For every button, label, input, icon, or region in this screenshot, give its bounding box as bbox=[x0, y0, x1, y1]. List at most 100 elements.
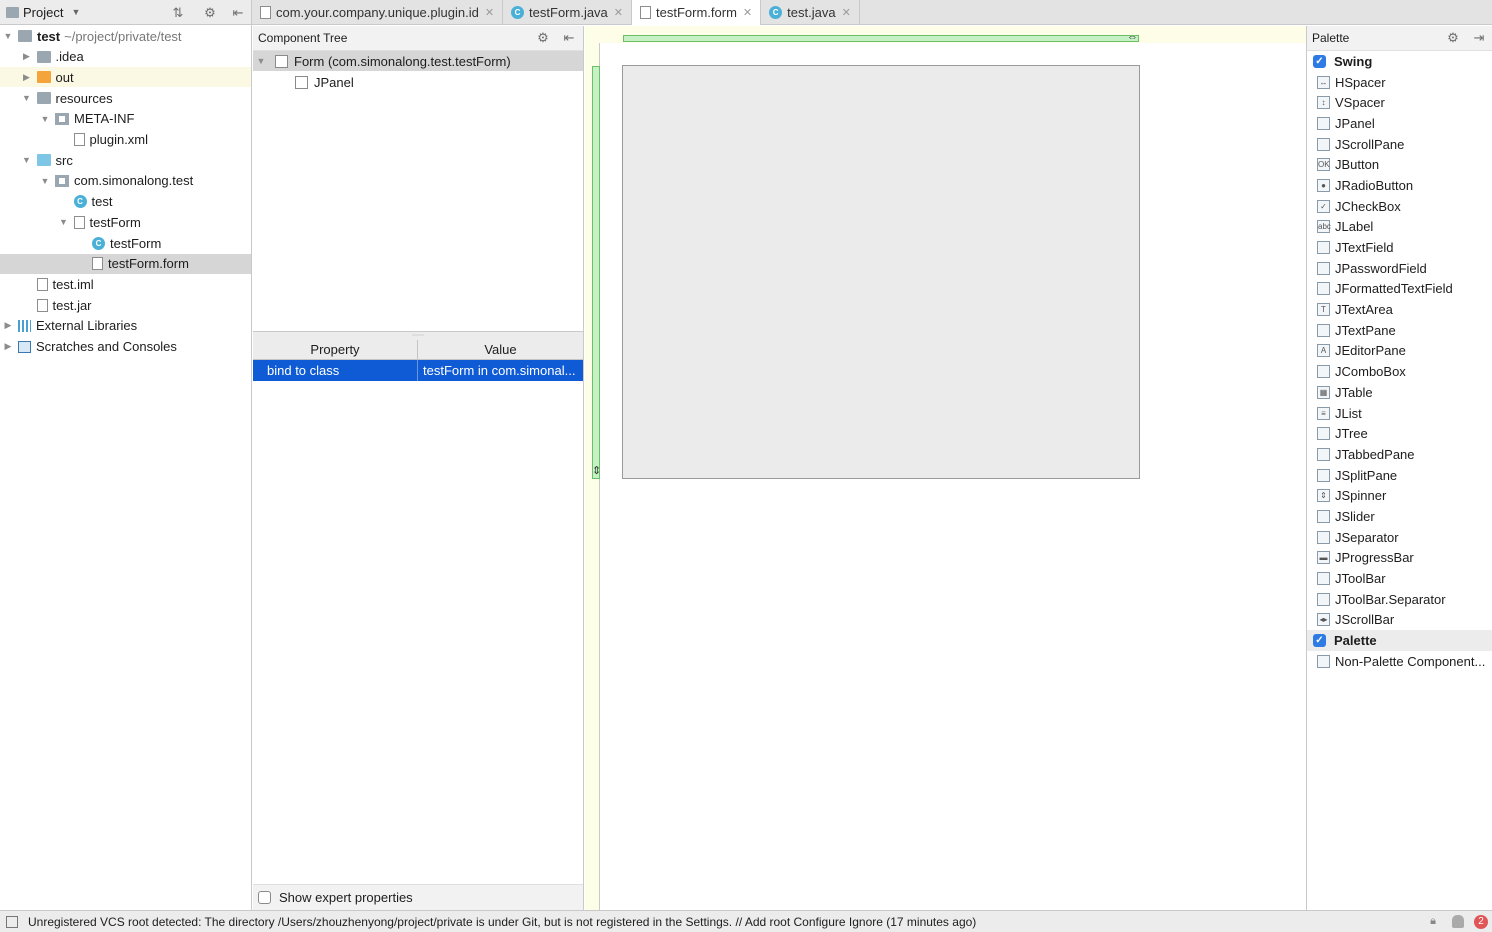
collapsed-arrow-icon[interactable]: ▶ bbox=[21, 51, 33, 62]
project-tree-item[interactable]: ▶ out bbox=[0, 67, 251, 88]
palette-item[interactable]: abc JLabel bbox=[1307, 217, 1492, 238]
resize-horizontal-icon[interactable]: ⇔ bbox=[1127, 31, 1138, 43]
editor-tab[interactable]: com.your.company.unique.plugin.id ✕ bbox=[252, 0, 504, 25]
expanded-arrow-icon[interactable]: ▼ bbox=[39, 176, 51, 186]
row-guide[interactable] bbox=[592, 66, 600, 479]
hide-panel-icon[interactable]: ⇤ bbox=[230, 5, 246, 21]
expanded-arrow-icon[interactable]: ▼ bbox=[39, 114, 51, 124]
close-tab-icon[interactable]: ✕ bbox=[485, 6, 494, 19]
palette-item-label: JTabbedPane bbox=[1335, 446, 1415, 462]
palette-item[interactable]: JFormattedTextField bbox=[1307, 279, 1492, 300]
editor-tab[interactable]: CtestForm.java ✕ bbox=[503, 0, 633, 25]
project-tree-item-label: src bbox=[55, 152, 73, 168]
palette-item[interactable]: ● JRadioButton bbox=[1307, 175, 1492, 196]
project-tree-item[interactable]: ▶ Scratches and Consoles bbox=[0, 337, 251, 357]
tool-windows-icon[interactable] bbox=[6, 915, 18, 928]
project-tree-item[interactable]: ▼ test ~/project/private/test bbox=[0, 26, 251, 46]
column-header-property[interactable]: Property bbox=[253, 340, 418, 359]
close-tab-icon[interactable]: ✕ bbox=[842, 6, 851, 19]
close-tab-icon[interactable]: ✕ bbox=[614, 6, 623, 19]
palette-item[interactable]: JTree bbox=[1307, 423, 1492, 444]
jpanel-component[interactable] bbox=[622, 65, 1140, 479]
property-value[interactable]: testForm in com.simonal... bbox=[418, 360, 583, 381]
palette-item[interactable]: JTextPane bbox=[1307, 320, 1492, 341]
palette-item[interactable]: ↔ HSpacer bbox=[1307, 72, 1492, 93]
collapse-all-icon[interactable]: ⇅ bbox=[170, 5, 186, 21]
palette-item[interactable]: ▬ JProgressBar bbox=[1307, 548, 1492, 569]
palette-item[interactable]: JTextField bbox=[1307, 237, 1492, 258]
project-tree-item[interactable]: testForm.form bbox=[0, 253, 251, 274]
column-header-value[interactable]: Value bbox=[418, 340, 583, 359]
palette-item[interactable]: JComboBox bbox=[1307, 361, 1492, 382]
project-tree-item[interactable]: test.jar bbox=[0, 295, 251, 315]
expanded-arrow-icon[interactable]: ▼ bbox=[21, 155, 33, 165]
project-tree-item[interactable]: ▶ External Libraries bbox=[0, 316, 251, 336]
project-tree-item[interactable]: ▼ com.simonalong.test bbox=[0, 171, 251, 191]
event-log-badge[interactable]: 2 bbox=[1474, 915, 1488, 929]
splitter-handle[interactable]: ⋯⋯ bbox=[253, 332, 583, 340]
project-tree-item[interactable]: test.iml bbox=[0, 274, 251, 294]
palette-item[interactable]: JToolBar bbox=[1307, 568, 1492, 589]
palette-group-header[interactable]: ✓ Swing bbox=[1307, 51, 1492, 72]
lock-icon[interactable]: 🔒︎ bbox=[1430, 915, 1436, 928]
hide-panel-icon[interactable]: ⇤ bbox=[561, 30, 577, 46]
palette-item[interactable]: OK JButton bbox=[1307, 154, 1492, 175]
palette-item[interactable]: ▦ JTable bbox=[1307, 382, 1492, 403]
palette-item[interactable]: T JTextArea bbox=[1307, 299, 1492, 320]
project-tree-item[interactable]: ▼ META-INF bbox=[0, 109, 251, 129]
expanded-arrow-icon[interactable]: ▼ bbox=[21, 93, 33, 103]
palette-item[interactable]: JPasswordField bbox=[1307, 258, 1492, 279]
hide-panel-icon[interactable]: ⇥ bbox=[1471, 30, 1487, 46]
palette-item[interactable]: JSeparator bbox=[1307, 527, 1492, 548]
show-expert-properties-label[interactable]: Show expert properties bbox=[279, 890, 413, 905]
column-guide[interactable] bbox=[623, 35, 1139, 42]
collapsed-arrow-icon[interactable]: ▶ bbox=[2, 320, 14, 331]
palette-item[interactable]: ✓ JCheckBox bbox=[1307, 196, 1492, 217]
project-tree-item[interactable]: ▶ .idea bbox=[0, 47, 251, 67]
palette-item[interactable]: JTabbedPane bbox=[1307, 444, 1492, 465]
expanded-arrow-icon[interactable]: ▼ bbox=[58, 217, 70, 227]
palette-item[interactable]: JSplitPane bbox=[1307, 465, 1492, 486]
palette-item[interactable]: ↕ VSpacer bbox=[1307, 92, 1492, 113]
table-row[interactable]: bind to class testForm in com.simonal... bbox=[253, 360, 583, 381]
project-tree-item[interactable]: Ctest bbox=[0, 192, 251, 212]
vcs-notification-message[interactable]: Unregistered VCS root detected: The dire… bbox=[28, 915, 976, 929]
project-tree-item[interactable]: ▼ resources bbox=[0, 88, 251, 108]
palette-item[interactable]: JScrollPane bbox=[1307, 134, 1492, 155]
palette-item[interactable]: ≡ JList bbox=[1307, 403, 1492, 424]
expanded-arrow-icon[interactable]: ▼ bbox=[2, 31, 14, 41]
collapsed-arrow-icon[interactable]: ▶ bbox=[2, 341, 14, 352]
show-expert-properties-checkbox[interactable] bbox=[258, 891, 271, 904]
inspector-icon[interactable] bbox=[1452, 915, 1464, 928]
close-tab-icon[interactable]: ✕ bbox=[743, 6, 752, 19]
palette-item[interactable]: JPanel bbox=[1307, 113, 1492, 134]
gear-icon[interactable]: ⚙ bbox=[1445, 30, 1461, 46]
editor-tab[interactable]: testForm.form ✕ bbox=[632, 0, 762, 25]
checkbox-checked-icon[interactable]: ✓ bbox=[1313, 634, 1326, 648]
palette-header: Palette ⚙ ⇥ bbox=[1307, 26, 1492, 51]
property-table-header: Property Value bbox=[253, 340, 583, 360]
collapsed-arrow-icon[interactable]: ▶ bbox=[21, 72, 33, 83]
editor-tab[interactable]: Ctest.java ✕ bbox=[761, 0, 860, 25]
palette-item[interactable]: ◂▸ JScrollBar bbox=[1307, 610, 1492, 631]
gear-icon[interactable]: ⚙ bbox=[535, 30, 551, 46]
chevron-down-icon[interactable]: ▼ bbox=[71, 7, 80, 17]
component-tree-item[interactable]: JPanel bbox=[253, 72, 583, 92]
palette-item[interactable]: ⇕ JSpinner bbox=[1307, 485, 1492, 506]
palette-item[interactable]: Non-Palette Component... bbox=[1307, 651, 1492, 672]
project-tree-item[interactable]: ▼ testForm bbox=[0, 212, 251, 232]
project-tree-item[interactable]: ▼ src bbox=[0, 150, 251, 170]
gear-icon[interactable]: ⚙ bbox=[202, 5, 218, 21]
project-tree-item[interactable]: CtestForm bbox=[0, 233, 251, 253]
expanded-arrow-icon[interactable]: ▼ bbox=[255, 56, 267, 66]
palette-item[interactable]: JSlider bbox=[1307, 506, 1492, 527]
palette-item[interactable]: A JEditorPane bbox=[1307, 341, 1492, 362]
form-designer-canvas[interactable]: ⇔ ⇕ bbox=[585, 26, 1306, 910]
checkbox-checked-icon[interactable]: ✓ bbox=[1313, 54, 1326, 68]
resize-vertical-icon[interactable]: ⇕ bbox=[592, 464, 601, 477]
palette-group-header[interactable]: ✓ Palette bbox=[1307, 630, 1492, 651]
component-tree-item[interactable]: ▼ Form (com.simonalong.test.testForm) bbox=[253, 51, 583, 71]
project-view-selector[interactable]: Project bbox=[23, 5, 63, 20]
palette-item[interactable]: JToolBar.Separator bbox=[1307, 589, 1492, 610]
project-tree-item[interactable]: plugin.xml bbox=[0, 130, 251, 150]
